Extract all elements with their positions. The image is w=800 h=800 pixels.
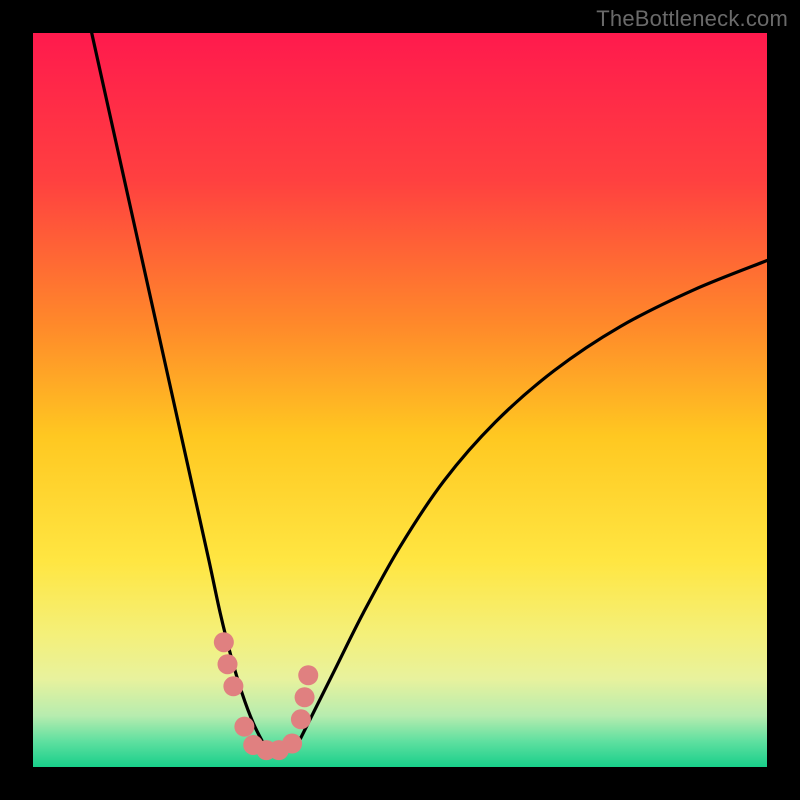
- valley-marker-dot: [223, 676, 243, 696]
- plot-background: [33, 33, 767, 767]
- valley-marker-dot: [214, 632, 234, 652]
- chart-frame: TheBottleneck.com: [0, 0, 800, 800]
- valley-marker-dot: [282, 734, 302, 754]
- valley-marker-dot: [218, 654, 238, 674]
- valley-marker-dot: [295, 687, 315, 707]
- valley-marker-dot: [298, 665, 318, 685]
- watermark-text: TheBottleneck.com: [596, 6, 788, 32]
- valley-marker-dot: [234, 717, 254, 737]
- valley-marker-dot: [291, 709, 311, 729]
- bottleneck-chart: [0, 0, 800, 800]
